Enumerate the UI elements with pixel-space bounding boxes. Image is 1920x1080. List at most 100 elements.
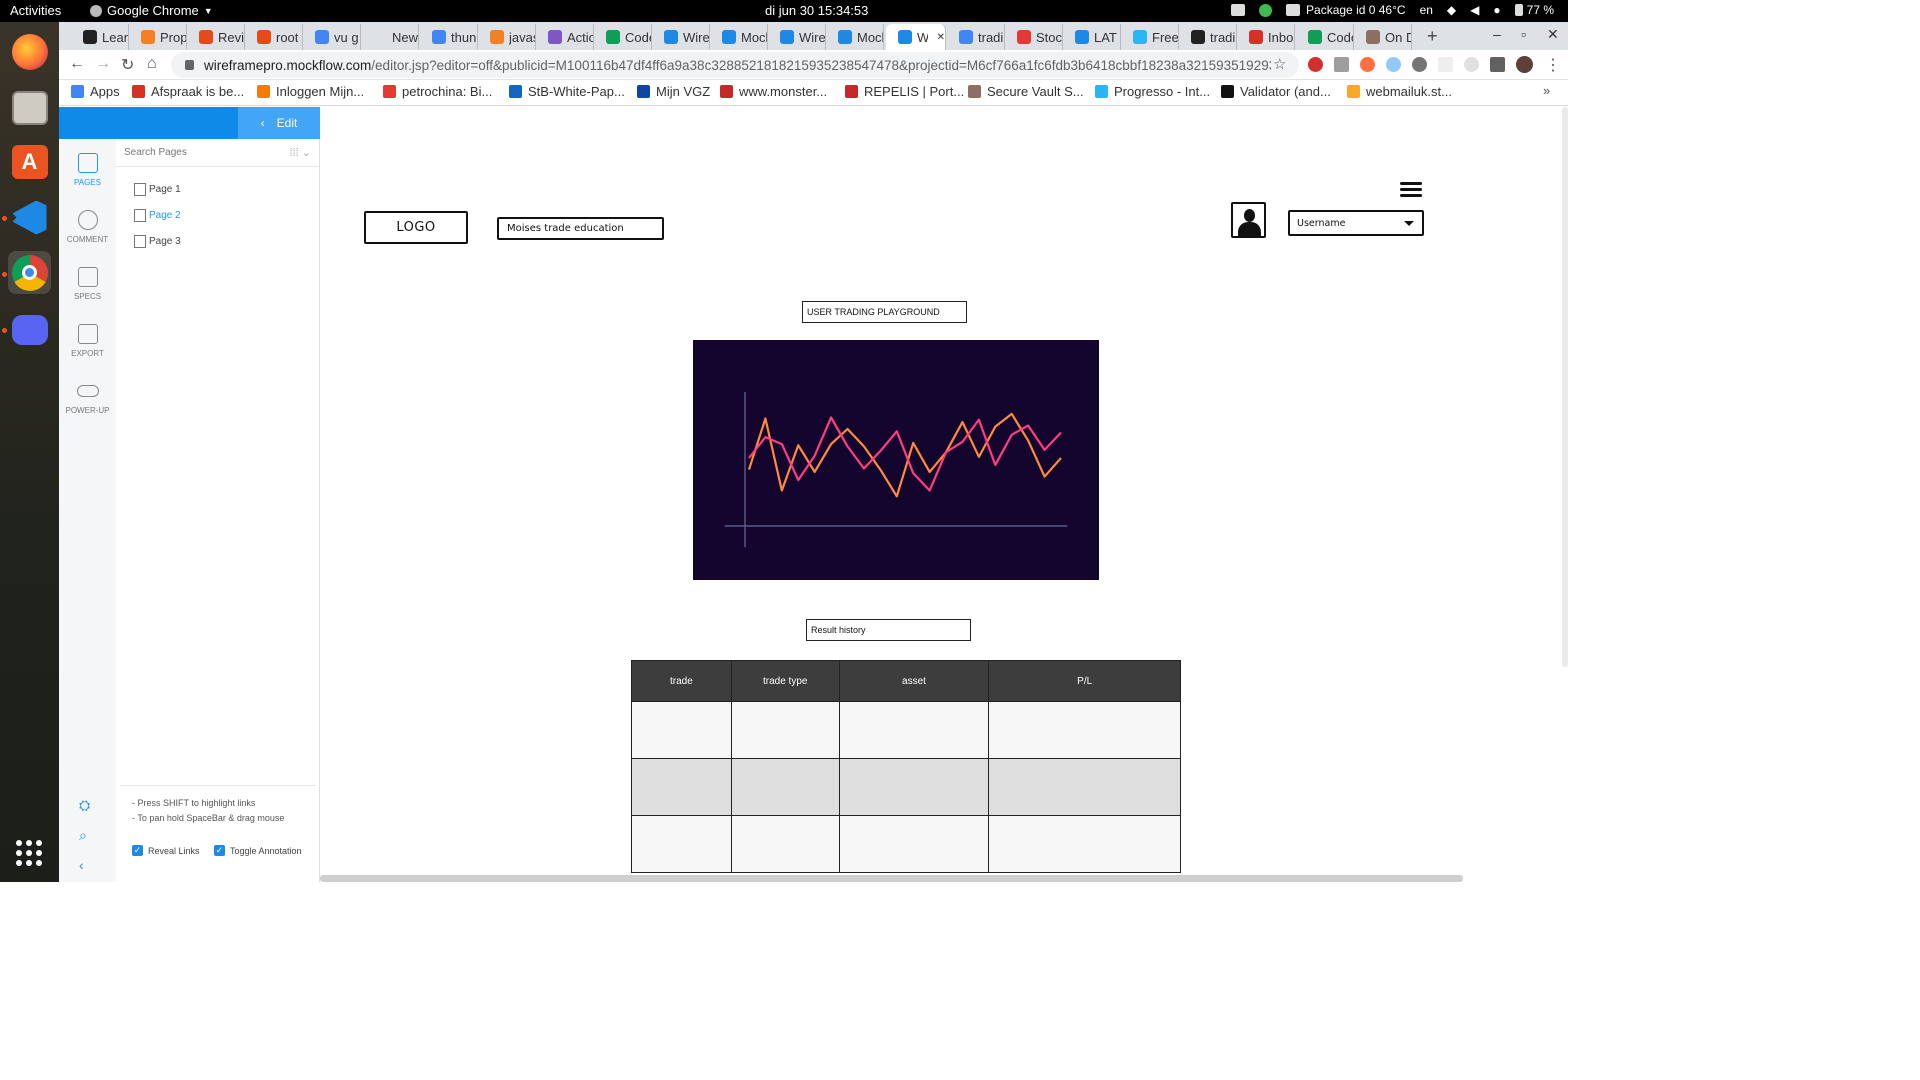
browser-tab[interactable]: Wire	[652, 24, 710, 50]
browser-tab[interactable]: Code	[1296, 24, 1354, 50]
profile-avatar[interactable]	[1516, 56, 1533, 73]
bookmark-item[interactable]: www.monster...	[720, 84, 827, 99]
bookmark-item[interactable]: REPELIS | Port...	[845, 84, 964, 99]
bookmark-item[interactable]: Secure Vault S...	[968, 84, 1084, 99]
table-row[interactable]	[631, 758, 1181, 816]
browser-tab[interactable]: Revi	[187, 24, 245, 50]
extension-icon[interactable]	[1360, 57, 1375, 72]
user-avatar-icon[interactable]	[1231, 202, 1266, 238]
firefox-icon[interactable]	[8, 30, 51, 73]
rail-comment[interactable]: COMMENT	[59, 210, 116, 244]
bookmark-item[interactable]: Afspraak is be...	[132, 84, 244, 99]
browser-tab[interactable]: Stoc	[1005, 24, 1063, 50]
home-icon[interactable]: ⌂	[147, 55, 157, 73]
extension-icon[interactable]	[1334, 57, 1349, 72]
reload-icon[interactable]: ↻	[121, 55, 134, 75]
rail-export[interactable]: EXPORT	[59, 324, 116, 358]
forward-icon[interactable]: →	[95, 55, 111, 73]
bookmark-item[interactable]: Inloggen Mijn...	[257, 84, 364, 99]
software-icon[interactable]: A	[8, 140, 51, 183]
extension-icon[interactable]	[1386, 57, 1401, 72]
browser-tab[interactable]: W ✕	[886, 24, 946, 50]
page-item-1[interactable]: Page 1	[134, 183, 181, 196]
hamburger-menu-icon[interactable]	[1400, 182, 1422, 198]
bookmarks-overflow-icon[interactable]: »	[1543, 83, 1550, 98]
chrome-icon[interactable]	[8, 251, 51, 294]
browser-tab[interactable]: Free	[1121, 24, 1179, 50]
browser-tab[interactable]: Inbo	[1237, 24, 1295, 50]
vertical-scrollbar[interactable]	[1562, 107, 1568, 667]
bookmark-item[interactable]: Apps	[71, 84, 120, 99]
browser-tab[interactable]: On D	[1354, 24, 1412, 50]
browser-tab[interactable]: Lear	[71, 24, 129, 50]
wifi-icon[interactable]: ◆	[1447, 3, 1456, 17]
discord-tray-icon[interactable]	[1231, 4, 1246, 16]
close-tab-icon[interactable]: ✕	[937, 32, 945, 43]
app-grid-icon[interactable]	[16, 840, 42, 866]
menu-kebab-icon[interactable]: ⋮	[1545, 55, 1561, 75]
table-row[interactable]	[631, 815, 1181, 873]
rail-pages[interactable]: PAGES	[59, 153, 116, 187]
bookmark-item[interactable]: Mijn VGZ	[637, 84, 710, 99]
minimize-icon[interactable]: –	[1493, 26, 1501, 42]
system-tray[interactable]: Package id 0 46°C en ◆ ◀ ● 77 %	[1231, 3, 1554, 17]
username-dropdown[interactable]: Username	[1288, 210, 1424, 236]
browser-tab[interactable]: LAT	[1063, 24, 1121, 50]
column-header-asset[interactable]: asset	[838, 660, 990, 702]
update-icon[interactable]	[1259, 3, 1273, 17]
table-row[interactable]	[631, 701, 1181, 759]
microphone-icon[interactable]: ●	[1493, 3, 1500, 17]
activities-button[interactable]: Activities	[10, 3, 61, 18]
page-view-toggle-icon[interactable]: ⁞⁞⁞ ⌄	[290, 146, 311, 159]
page-item-3[interactable]: Page 3	[134, 235, 181, 248]
maximize-icon[interactable]: ▫	[1521, 26, 1526, 42]
browser-tab[interactable]: thun	[420, 24, 478, 50]
adblock-extension-icon[interactable]	[1308, 57, 1323, 72]
browser-tab[interactable]: Code	[594, 24, 652, 50]
clock[interactable]: di jun 30 15:34:53	[765, 3, 868, 18]
column-header-trade[interactable]: trade	[631, 660, 732, 702]
toggle-annotation-checkbox[interactable]: ✓ Toggle Annotation	[214, 845, 302, 856]
browser-tab[interactable]: vu g	[303, 24, 361, 50]
browser-tab[interactable]: tradi	[947, 24, 1005, 50]
reveal-links-checkbox[interactable]: ✓ Reveal Links	[132, 845, 200, 856]
browser-tab[interactable]: javas	[478, 24, 536, 50]
bookmark-item[interactable]: StB-White-Pap...	[509, 84, 625, 99]
discord-icon[interactable]	[8, 308, 51, 351]
extensions-puzzle-icon[interactable]	[1490, 57, 1505, 72]
column-header-pl[interactable]: P/L	[988, 660, 1181, 702]
wireframe-canvas[interactable]: LOGO Moises trade education Username USE…	[320, 107, 1568, 882]
horizontal-scrollbar[interactable]	[320, 875, 1463, 882]
battery-status[interactable]: 77 %	[1514, 3, 1554, 17]
close-window-icon[interactable]: ✕	[1547, 26, 1559, 43]
package-status[interactable]: Package id 0 46°C	[1286, 3, 1406, 17]
collaborators-icon[interactable]: ⛭	[79, 797, 90, 814]
browser-tab[interactable]: Mocl	[710, 24, 768, 50]
back-icon[interactable]: ←	[69, 55, 85, 73]
edit-button[interactable]: ‹ Edit	[238, 107, 320, 139]
browser-tab[interactable]: Actio	[536, 24, 594, 50]
bookmark-item[interactable]: Progresso - Int...	[1095, 84, 1210, 99]
app-menu[interactable]: Google Chrome ▼	[90, 3, 213, 18]
language-indicator[interactable]: en	[1420, 3, 1433, 17]
page-item-2[interactable]: Page 2	[134, 209, 181, 222]
browser-tab[interactable]: Prop	[129, 24, 187, 50]
browser-tab[interactable]: Mocl	[826, 24, 884, 50]
bookmark-item[interactable]: petrochina: Bi...	[383, 84, 492, 99]
volume-icon[interactable]: ◀	[1470, 3, 1479, 17]
bookmark-item[interactable]: Validator (and...	[1221, 84, 1331, 99]
browser-tab[interactable]: root	[245, 24, 303, 50]
collapse-panel-icon[interactable]: ‹	[79, 857, 84, 873]
browser-tab[interactable]: tradi	[1179, 24, 1237, 50]
browser-tab[interactable]: Wire	[768, 24, 826, 50]
extension-icon[interactable]	[1464, 57, 1479, 72]
bookmark-item[interactable]: webmailuk.st...	[1347, 84, 1452, 99]
zoom-icon[interactable]: ⌕	[79, 827, 87, 844]
rail-power-up[interactable]: POWER-UP	[59, 381, 116, 415]
bookmark-star-icon[interactable]: ☆	[1273, 55, 1286, 73]
browser-tab[interactable]: New Tal	[361, 24, 419, 50]
extension-icon[interactable]	[1412, 57, 1427, 72]
files-icon[interactable]	[8, 86, 51, 129]
address-bar[interactable]: wireframepro.mockflow.com/editor.jsp?edi…	[171, 52, 1299, 78]
search-pages-input[interactable]: Search Pages	[124, 147, 187, 158]
